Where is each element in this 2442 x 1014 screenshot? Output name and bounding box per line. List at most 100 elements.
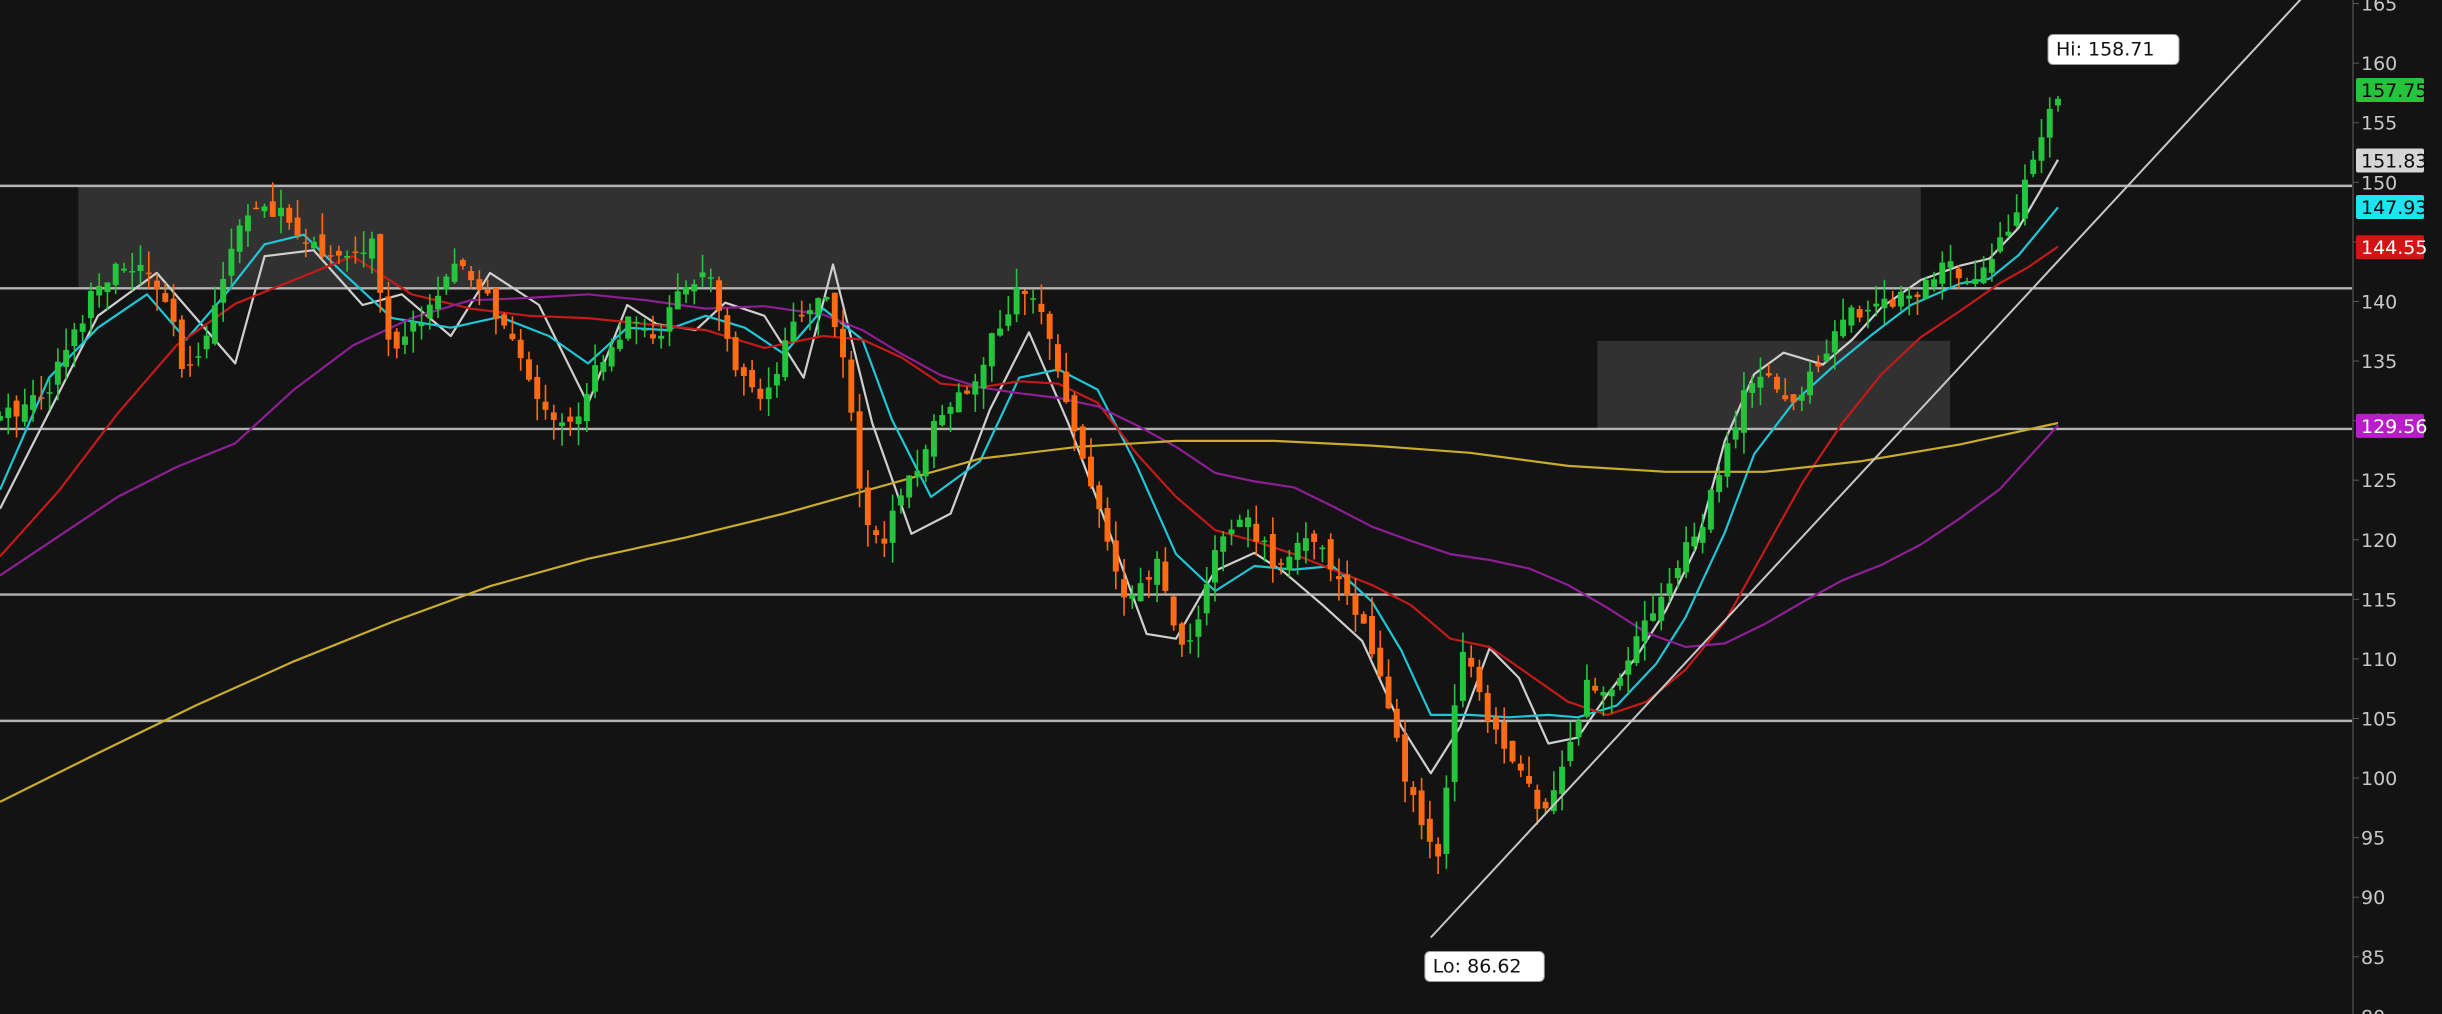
candle-body [261,206,268,212]
candle-body [1121,579,1128,598]
price-chart[interactable]: 8085909510010511011512012513013514014515… [0,0,2442,1014]
candle-body [1335,576,1342,580]
candle-body [1187,640,1194,642]
candle-body [393,331,400,349]
candle-body [1881,298,1888,309]
candle-body [666,307,673,332]
candle-body [21,404,28,422]
candle-body [765,387,772,400]
candle-body [1691,536,1698,547]
candle-body [1410,787,1417,796]
candle-body [1526,775,1532,784]
candle-body [302,242,309,244]
candle-body [1278,563,1285,565]
annotation-label: Lo: 86.62 [1433,956,1522,978]
candle-body [1807,371,1814,396]
candle-body [1302,538,1309,551]
axis-tick-label: 150 [2361,172,2397,194]
candle-body [71,329,78,347]
candle-body [1030,298,1037,300]
candle-body [889,510,896,543]
candle-body [856,411,863,489]
price-tag-label: 129.56 [2361,416,2427,438]
candle-body [848,359,855,413]
candle-body [1418,790,1425,826]
candle-body [1939,262,1946,284]
candle-body [294,217,301,236]
candle-body [38,397,45,399]
candle-body [1377,647,1384,677]
candle-body [1914,294,1921,297]
candle-body [873,530,880,536]
candle-body [228,248,235,276]
candle-body [567,416,574,422]
candle-body [1592,685,1599,691]
candle-body [1203,584,1210,614]
price-tag-label: 157.75 [2361,80,2427,102]
candle-body [1327,539,1334,570]
candle-body [484,289,491,294]
candle-body [1964,281,1971,283]
candle-body [2055,98,2061,106]
candle-body [13,400,20,417]
candle-body [1517,763,1524,771]
candle-body [699,272,706,278]
candle-body [360,252,367,255]
candle-body [1046,313,1053,339]
candle-body [1369,616,1375,655]
candle-body [1798,394,1805,401]
candle-body [244,215,251,232]
candle-body [96,285,103,296]
candle-body [1823,353,1830,361]
candle [848,350,855,422]
candle-body [1815,363,1822,367]
candle [1707,487,1714,534]
candle-body [459,259,466,267]
candle-body [54,361,61,385]
candle-body [1765,373,1772,376]
price-tag: 157.75 [2356,77,2427,102]
price-tag-label: 151.83 [2361,151,2427,173]
candle-body [278,207,284,217]
candle-body [385,296,392,340]
candle-body [236,225,243,252]
candle-body [1261,540,1268,543]
candle-body [773,374,780,386]
price-tag: 129.56 [2356,413,2427,438]
candle-body [1616,678,1623,686]
candle-body [1864,309,1871,312]
candle [178,315,185,378]
candle-body [815,298,822,316]
candle-body [947,406,954,414]
candle-body [1898,291,1904,307]
candle-body [658,335,665,339]
candle-body [344,256,351,258]
candle-body [2030,159,2037,174]
candle-body [716,280,723,311]
axis-tick-label: 105 [2361,708,2397,730]
candle-body [63,349,70,367]
candle-body [1980,267,1987,284]
candle-body [30,395,37,410]
candle-body [1600,691,1607,696]
candle-body [1468,657,1475,667]
candle-body [1922,279,1929,299]
candle-body [1641,620,1648,642]
candle-body [2013,212,2020,226]
candle-body [930,420,937,457]
candle-body [178,319,185,370]
candle-body [749,369,756,388]
candle-body [1145,577,1152,580]
candle-body [906,475,913,498]
candle [1170,595,1177,631]
axis-tick-label: 110 [2361,649,2397,671]
candle-body [1137,583,1144,602]
candle-body [1534,789,1541,809]
candle-body [649,334,656,339]
candle-body [997,328,1004,336]
candle-body [1253,523,1260,542]
candle-body [724,315,731,339]
candle-body [1426,818,1433,842]
candle-body [592,365,599,392]
candle-body [1063,371,1070,403]
